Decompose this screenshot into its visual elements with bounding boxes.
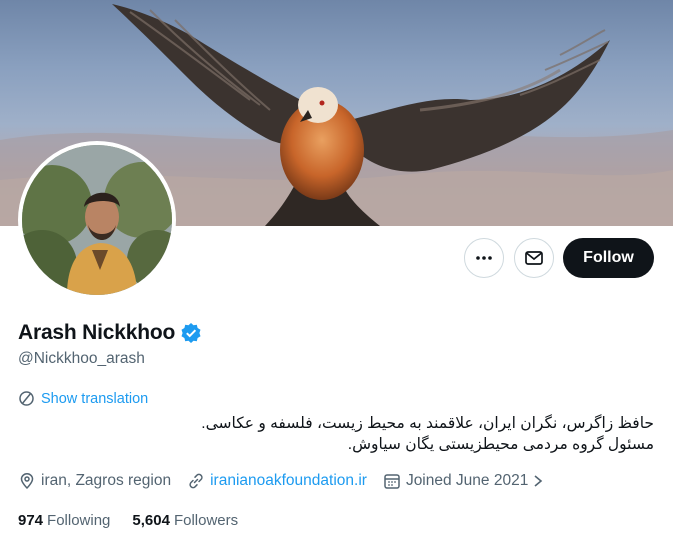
profile-meta: iran, Zagros region iranianoakfoundation… <box>18 472 565 490</box>
following-stat[interactable]: 974 Following <box>18 512 110 529</box>
more-options-button[interactable] <box>464 238 504 278</box>
profile-stats: 974 Following 5,604 Followers <box>18 512 260 529</box>
location-item: iran, Zagros region <box>18 472 171 490</box>
followers-label: Followers <box>173 512 239 529</box>
follow-button[interactable]: Follow <box>563 238 654 278</box>
profile-avatar[interactable] <box>18 141 176 299</box>
following-count: 974 <box>18 512 44 529</box>
link-icon <box>189 473 203 489</box>
translate-icon <box>19 391 34 406</box>
profile-bio: حافظ زاگرس، نگران ایران، علاقمند به محیط… <box>54 413 654 455</box>
profile-name-row: Arash Nickkhoo <box>18 321 202 345</box>
verified-badge-icon[interactable] <box>180 322 202 344</box>
bio-line: حافظ زاگرس، نگران ایران، علاقمند به محیط… <box>201 415 654 432</box>
bio-line: مسئول گروه مردمی محیطزیستی یگان سیاوش. <box>347 436 654 453</box>
location-text: iran, Zagros region <box>41 472 172 489</box>
envelope-icon <box>525 251 543 265</box>
more-horizontal-icon <box>476 256 492 260</box>
joined-text: Joined June 2021 <box>405 472 529 489</box>
show-translation-link[interactable]: Show translation <box>18 390 148 407</box>
calendar-icon <box>384 474 400 489</box>
website-item[interactable]: iranianoakfoundation.ir <box>187 472 367 490</box>
followers-count: 5,604 <box>132 512 170 529</box>
followers-stat[interactable]: 5,604 Followers <box>132 512 238 529</box>
display-name: Arash Nickkhoo <box>18 321 176 344</box>
website-link[interactable]: iranianoakfoundation.ir <box>210 472 367 490</box>
chevron-right-icon <box>534 475 543 487</box>
message-button[interactable] <box>514 238 554 278</box>
show-translation-label: Show translation <box>41 390 149 407</box>
avatar-photo <box>22 145 172 295</box>
location-pin-icon <box>20 473 34 490</box>
joined-item[interactable]: Joined June 2021 <box>383 472 549 490</box>
following-label: Following <box>47 512 111 529</box>
profile-handle: @Nickkhoo_arash <box>18 350 145 367</box>
